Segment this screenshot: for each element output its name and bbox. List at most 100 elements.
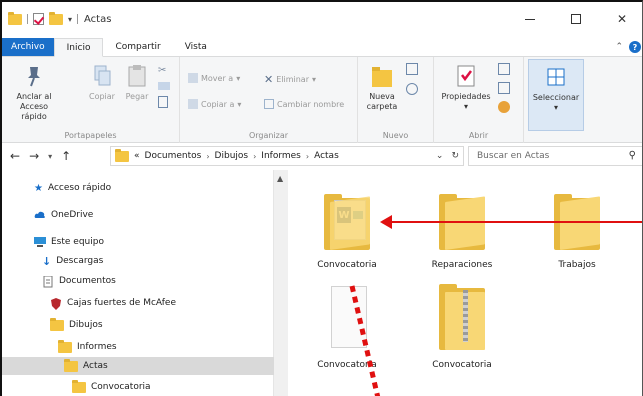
address-bar[interactable]: « Documentos › Dibujos › Informes › Acta… (110, 146, 464, 166)
nav-label: Cajas fuertes de McAfee (67, 298, 176, 308)
shield-icon (50, 298, 62, 310)
file-item[interactable]: Trabajos (532, 184, 622, 270)
file-name: Convocatoria (317, 260, 377, 270)
properties-button[interactable]: Propiedades ▾ (438, 63, 494, 112)
chevron-right-icon[interactable]: › (253, 152, 256, 161)
maximize-button[interactable] (553, 2, 599, 36)
minimize-button[interactable] (507, 2, 553, 36)
paste-icon (124, 63, 150, 89)
paste-button[interactable]: Pegar (120, 63, 154, 102)
tab-inicio[interactable]: Inicio (53, 38, 104, 57)
address-controls: ⌄ ↻ (436, 147, 459, 165)
collapse-ribbon-icon[interactable]: ⌃ (615, 42, 623, 52)
maximize-icon (571, 14, 581, 24)
navigation-bar: ← → ▾ ↑ « Documentos › Dibujos › Informe… (2, 144, 642, 168)
customize-dropdown-icon[interactable]: ▾ (68, 15, 72, 24)
new-folder-label-1: Nueva (369, 92, 395, 101)
rename-button[interactable]: Cambiar nombre (264, 99, 344, 109)
rename-label: Cambiar nombre (277, 99, 345, 109)
content-scrollbar[interactable]: ▲ (274, 170, 288, 396)
delete-button[interactable]: ✕ Eliminar ▾ (264, 73, 316, 86)
nav-item-convocatoria[interactable]: Convocatoria (72, 378, 151, 396)
new-item-icon[interactable] (406, 63, 418, 75)
properties-check-icon[interactable] (33, 13, 44, 25)
tab-vista[interactable]: Vista (173, 38, 219, 56)
file-item[interactable]: W Convocatoria (302, 184, 392, 270)
refresh-icon[interactable]: ↻ (451, 151, 459, 161)
search-input[interactable]: Buscar en Actas ⚲ (468, 146, 642, 166)
edit-icon[interactable] (498, 82, 510, 94)
tab-compartir[interactable]: Compartir (103, 38, 172, 56)
new-folder-icon[interactable] (49, 11, 63, 25)
close-button[interactable]: ✕ (599, 2, 642, 36)
nav-item-descargas[interactable]: ↓ Descargas (42, 252, 103, 270)
folder-icon (432, 184, 492, 254)
breadcrumb-documentos[interactable]: Documentos (145, 151, 202, 161)
recent-locations-icon[interactable]: ▾ (48, 152, 52, 161)
cut-icon[interactable]: ✂ (158, 65, 170, 76)
window-title: Actas (84, 13, 112, 25)
minimize-icon (525, 18, 535, 20)
chevron-down-icon[interactable]: ⌄ (436, 151, 444, 161)
folder-icon[interactable] (8, 11, 22, 25)
help-icon[interactable]: ? (629, 41, 641, 53)
select-label: Seleccionar (532, 93, 580, 102)
annotation-arrow-line (388, 221, 642, 223)
tab-archivo[interactable]: Archivo (2, 38, 54, 56)
nav-label: OneDrive (51, 210, 94, 220)
open-small-icons (498, 63, 510, 113)
new-item-icons (406, 63, 418, 95)
paste-shortcut-icon[interactable] (158, 96, 168, 108)
chevron-right-icon[interactable]: › (306, 152, 309, 161)
properties-icon (453, 63, 479, 89)
search-icon[interactable]: ⚲ (629, 150, 636, 161)
ribbon-tabs: Archivo Inicio Compartir Vista ⌃ ? (2, 38, 642, 57)
nav-item-onedrive[interactable]: OneDrive (34, 206, 93, 224)
copy-to-label: Copiar a (201, 99, 235, 109)
nav-item-actas[interactable]: Actas (2, 357, 274, 375)
nav-item-este-equipo[interactable]: Este equipo (34, 233, 104, 251)
delete-icon: ✕ (264, 73, 274, 86)
nav-item-informes[interactable]: Informes (58, 338, 117, 356)
delete-label: Eliminar (276, 75, 309, 84)
select-button[interactable]: Seleccionar ▾ (528, 59, 584, 131)
group-label-organizar: Organizar (248, 131, 289, 140)
back-arrow-icon[interactable]: ← (10, 149, 20, 163)
nav-label: Actas (83, 361, 108, 371)
breadcrumb-informes[interactable]: Informes (261, 151, 301, 161)
dropdown-icon: ▾ (237, 99, 242, 109)
address-overflow[interactable]: « (134, 151, 140, 161)
paste-label: Pegar (125, 92, 149, 101)
nav-item-dibujos[interactable]: Dibujos (50, 316, 103, 334)
title-bar: ▾ Actas ✕ (2, 2, 642, 36)
breadcrumb-dibujos[interactable]: Dibujos (215, 151, 249, 161)
clipboard-small-icons: ✂ (158, 65, 170, 108)
easy-access-icon[interactable] (406, 83, 418, 95)
scroll-up-icon[interactable]: ▲ (277, 174, 283, 183)
nav-item-documentos[interactable]: Documentos (42, 272, 116, 290)
new-folder-icon (369, 63, 395, 89)
file-item[interactable]: Reparaciones (417, 184, 507, 270)
nav-item-mcafee[interactable]: Cajas fuertes de McAfee (50, 294, 176, 312)
up-arrow-icon[interactable]: ↑ (61, 149, 71, 163)
move-label: Mover a (201, 73, 234, 83)
copy-path-icon[interactable] (158, 82, 170, 90)
breadcrumb-actas[interactable]: Actas (314, 151, 339, 161)
search-placeholder: Buscar en Actas (477, 151, 550, 161)
separator (77, 14, 79, 24)
file-item[interactable]: Convocatoria (417, 284, 507, 370)
download-icon: ↓ (42, 254, 52, 268)
pin-quick-access-button[interactable]: Anclar al Acceso rápido (8, 63, 60, 122)
nav-item-acceso-rapido[interactable]: ★ Acceso rápido (34, 179, 111, 197)
copy-label: Copiar (89, 92, 115, 101)
copy-to-button[interactable]: Copiar a ▾ (188, 99, 241, 109)
history-icon[interactable] (498, 101, 510, 113)
move-to-button[interactable]: Mover a ▾ (188, 73, 240, 83)
forward-arrow-icon[interactable]: → (29, 149, 39, 163)
copy-button[interactable]: Copiar (86, 63, 118, 102)
navigation-pane: ★ Acceso rápido OneDrive Este equipo ↓ D… (2, 170, 274, 396)
new-folder-button[interactable]: Nueva carpeta (362, 63, 402, 112)
chevron-right-icon[interactable]: › (206, 152, 209, 161)
window-controls: ✕ (507, 2, 642, 36)
open-icon[interactable] (498, 63, 510, 75)
